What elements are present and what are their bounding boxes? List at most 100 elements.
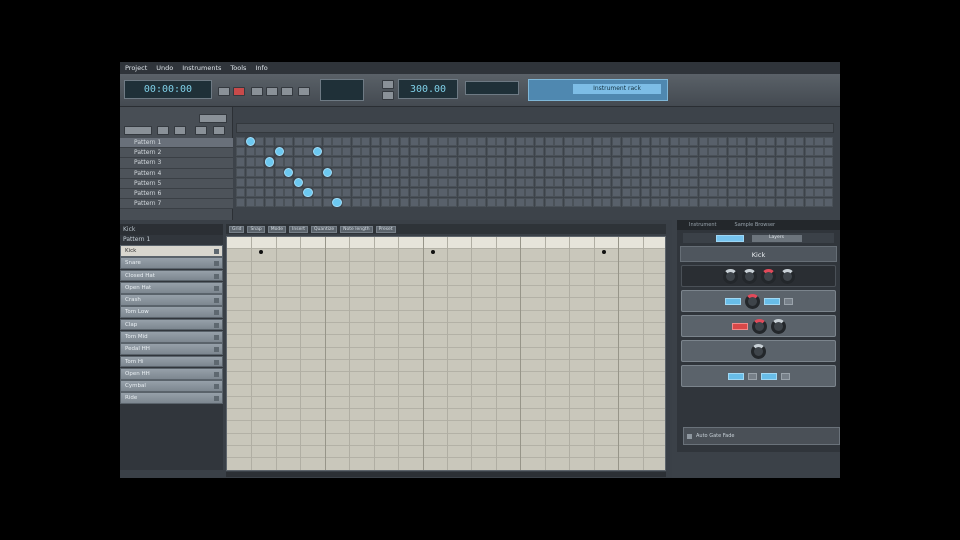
auto-gate-checkbox[interactable] (687, 434, 692, 439)
arranger-cell[interactable] (554, 137, 564, 147)
arranger-cell[interactable] (236, 198, 246, 208)
arranger-cell[interactable] (486, 198, 496, 208)
instrument-mute-toggle[interactable] (214, 334, 219, 340)
arranger-cell[interactable] (370, 137, 381, 147)
arranger-cell[interactable] (775, 177, 786, 187)
pattern-row[interactable]: Pattern 5 (120, 178, 233, 189)
grid-toolbar-field[interactable]: Preset (375, 225, 396, 233)
arranger-cell[interactable] (399, 157, 410, 167)
instrument-row[interactable]: Clap (120, 318, 223, 331)
grid-toolbar-field[interactable]: Insert (289, 225, 308, 233)
arranger-cell[interactable] (766, 177, 776, 187)
arranger-cell[interactable] (525, 198, 535, 208)
arranger-cell[interactable] (486, 137, 496, 147)
grid-row[interactable] (227, 311, 665, 324)
arranger-cell[interactable] (313, 157, 323, 167)
arranger-cell[interactable] (804, 167, 814, 177)
arranger-cell[interactable] (611, 187, 622, 198)
instrument-mute-toggle[interactable] (214, 384, 219, 390)
arranger-cell-active[interactable] (322, 167, 332, 177)
arranger-cell[interactable] (631, 187, 641, 198)
arranger-cell[interactable] (399, 167, 410, 177)
arranger-cell[interactable] (264, 187, 275, 198)
arranger-cell[interactable] (621, 157, 631, 167)
arranger-cell[interactable] (583, 177, 593, 187)
arranger-cell[interactable] (583, 157, 593, 167)
arranger-cell[interactable] (448, 157, 458, 167)
arranger-cell[interactable] (824, 157, 834, 167)
arranger-cell[interactable] (274, 177, 284, 187)
arranger-cell[interactable] (332, 187, 342, 198)
instrument-row[interactable]: Snare (120, 257, 223, 269)
arranger-cell[interactable] (351, 187, 361, 198)
pitch-field[interactable] (724, 297, 741, 305)
arranger-cell[interactable] (631, 167, 641, 177)
arranger-cell[interactable] (660, 147, 670, 157)
arranger-cell[interactable] (370, 167, 381, 177)
arranger-cell-active[interactable] (245, 137, 255, 147)
arranger-cell[interactable] (698, 137, 708, 147)
arranger-cell-active[interactable] (264, 157, 275, 167)
arranger-cell[interactable] (660, 198, 670, 208)
arranger-cell[interactable] (583, 147, 593, 157)
instrument-mute-toggle[interactable] (214, 249, 219, 254)
arranger-cell[interactable] (563, 198, 573, 208)
arranger-cell[interactable] (380, 187, 390, 198)
grid-row[interactable] (227, 286, 665, 299)
arranger-cell[interactable] (303, 198, 313, 208)
fine-field[interactable] (763, 297, 780, 305)
arranger-cell[interactable] (563, 137, 573, 147)
arranger-cell[interactable] (766, 137, 776, 147)
arranger-cell[interactable] (486, 157, 496, 167)
arranger-cell[interactable] (708, 157, 718, 167)
arranger-cell[interactable] (351, 137, 361, 147)
arranger-cell[interactable] (505, 157, 516, 167)
arranger-cell[interactable] (467, 187, 477, 198)
arranger-cell[interactable] (409, 157, 419, 167)
instrument-mute-toggle[interactable] (214, 298, 219, 304)
arranger-cell[interactable] (361, 187, 371, 198)
arranger-cell[interactable] (583, 167, 593, 177)
arranger-cell[interactable] (631, 157, 641, 167)
arranger-cell[interactable] (245, 157, 255, 167)
arranger-cell[interactable] (804, 137, 814, 147)
arranger-cell[interactable] (766, 147, 776, 157)
arranger-cell[interactable] (737, 167, 747, 177)
arranger-cell[interactable] (457, 167, 467, 177)
arranger-cell[interactable] (370, 147, 381, 157)
arranger-cell[interactable] (554, 157, 564, 167)
arranger-cell[interactable] (756, 167, 766, 177)
arranger-cell[interactable] (457, 177, 467, 187)
arranger-cell[interactable] (505, 198, 516, 208)
arranger-cell[interactable] (785, 167, 795, 177)
arranger-cell[interactable] (284, 177, 294, 187)
arranger-tool-3[interactable] (174, 126, 186, 135)
arranger-cell[interactable] (332, 147, 342, 157)
arranger-cell[interactable] (428, 167, 438, 177)
arranger-cell[interactable] (611, 177, 622, 187)
instrument-row[interactable]: Crash (120, 294, 223, 306)
grid-row[interactable] (227, 446, 665, 459)
arranger-cell[interactable] (660, 167, 670, 177)
arranger-cell[interactable] (361, 137, 371, 147)
arranger-cell[interactable] (399, 177, 410, 187)
arranger-cell[interactable] (303, 167, 313, 177)
arranger-cell[interactable] (689, 147, 699, 157)
arranger-cell[interactable] (245, 147, 255, 157)
arranger-cell[interactable] (698, 157, 708, 167)
arranger-cell[interactable] (457, 147, 467, 157)
arranger-cell[interactable] (525, 177, 535, 187)
arranger-cell[interactable] (727, 147, 737, 157)
arranger-cell[interactable] (342, 157, 352, 167)
menu-project[interactable]: Project (125, 64, 147, 72)
grid-row[interactable] (227, 360, 665, 373)
instrument-mute-toggle[interactable] (214, 273, 219, 279)
arranger-cell[interactable] (727, 157, 737, 167)
arranger-cell[interactable] (515, 157, 525, 167)
arranger-cell[interactable] (650, 198, 660, 208)
arranger-cell[interactable] (824, 167, 834, 177)
arranger-cell[interactable] (814, 167, 824, 177)
arranger-cell[interactable] (438, 157, 448, 167)
arranger-cell[interactable] (756, 147, 766, 157)
menu-undo[interactable]: Undo (156, 64, 173, 72)
